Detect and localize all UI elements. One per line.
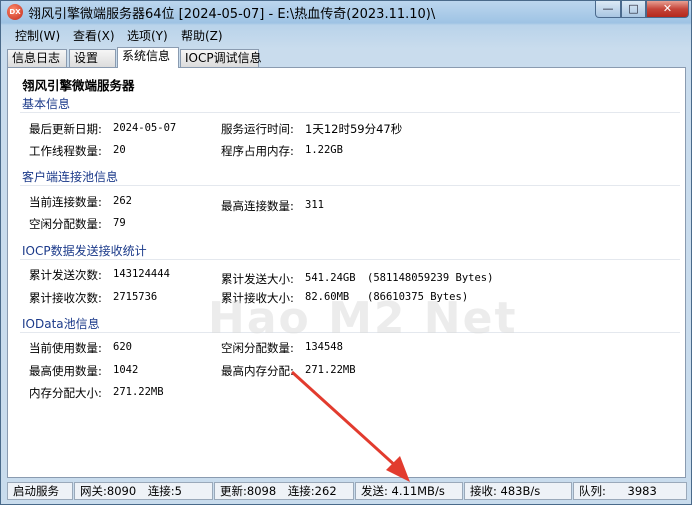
send-rate: 发送: 4.11MB/s [355,482,463,500]
update-port: 更新:8098 [220,484,277,498]
pool-idle-label: 空闲分配数量: [29,217,102,231]
max-used-label: 最高使用数量: [29,364,102,378]
max-connections-value: 311 [305,199,324,211]
minimize-button[interactable]: — [595,1,621,18]
app-name: 翎风引擎微端服务器 [22,78,135,93]
maximize-button[interactable]: □ [621,1,646,18]
threads-label: 工作线程数量: [29,144,102,158]
section-basic-title: 基本信息 [22,97,71,111]
section-iocp-title: IOCP数据发送接收统计 [22,244,147,258]
tab-settings[interactable]: 设置 [69,49,116,67]
section-pool-title: 客户端连接池信息 [22,170,119,184]
memory-value: 1.22GB [305,144,343,156]
menu-options[interactable]: 选项(Y) [127,27,168,44]
gateway-port: 网关:8090 [80,484,137,498]
menu-bar: 控制(W) 查看(X) 选项(Y) 帮助(Z) [5,27,689,45]
update-status: 更新:8098 连接:262 [214,482,354,500]
max-mem-value: 271.22MB [305,364,356,376]
window-title: 翎风引擎微端服务器64位 [2024-05-07] - E:\热血传奇(2023… [28,7,436,22]
max-used-value: 1042 [113,364,139,376]
menu-help[interactable]: 帮助(Z) [181,27,223,44]
section-iodata-title: IOData池信息 [22,317,100,331]
queue-status: 队列: 3983 [573,482,687,500]
pool-idle-value: 79 [113,217,126,229]
update-connections: 连接:262 [287,484,337,498]
status-bar: 启动服务 网关:8090 连接:5 更新:8098 连接:262 发送: 4.1… [7,480,687,502]
threads-value: 20 [113,144,126,156]
recv-rate: 接收: 483B/s [464,482,572,500]
send-size-value: 541.24GB [305,272,356,284]
tab-strip: 信息日志 设置 系统信息 IOCP调试信息 [7,47,687,68]
recv-count-label: 累计接收次数: [29,291,102,305]
start-service-button[interactable]: 启动服务 [7,482,73,500]
system-info-panel: 翎风引擎微端服务器 基本信息 最后更新日期: 2024-05-07 服务运行时间… [7,67,686,478]
in-use-value: 620 [113,341,132,353]
send-count-label: 累计发送次数: [29,268,102,282]
main-window: DX 翎风引擎微端服务器64位 [2024-05-07] - E:\热血传奇(2… [0,0,692,505]
divider [20,259,680,260]
watermark-text: Hao M2 Net [208,293,518,344]
tab-iocp-debug[interactable]: IOCP调试信息 [180,49,262,67]
close-button[interactable]: ✕ [646,1,689,18]
mem-alloc-value: 271.22MB [113,386,164,398]
send-size-label: 累计发送大小: [221,272,294,286]
queue-label: 队列: [579,484,606,498]
menu-control[interactable]: 控制(W) [15,27,60,44]
max-connections-label: 最高连接数量: [221,199,294,213]
menu-view[interactable]: 查看(X) [73,27,115,44]
memory-label: 程序占用内存: [221,144,294,158]
uptime-label: 服务运行时间: [221,122,294,136]
max-mem-label: 最高内存分配: [221,364,294,378]
in-use-label: 当前使用数量: [29,341,102,355]
send-bytes-value: (581148059239 Bytes) [367,272,494,284]
mem-alloc-label: 内存分配大小: [29,386,102,400]
last-update-value: 2024-05-07 [113,122,177,134]
gateway-connections: 连接:5 [147,484,183,498]
uptime-value: 1天12时59分47秒 [305,122,403,136]
recv-count-value: 2715736 [113,291,158,303]
send-count-value: 143124444 [113,268,170,280]
queue-value: 3983 [627,484,657,498]
tab-system-info[interactable]: 系统信息 [117,47,179,68]
tab-info-log[interactable]: 信息日志 [7,49,67,67]
divider [20,112,680,113]
current-connections-label: 当前连接数量: [29,195,102,209]
app-icon[interactable]: DX [7,4,23,20]
divider [20,185,680,186]
gateway-status: 网关:8090 连接:5 [74,482,213,500]
title-bar[interactable]: DX 翎风引擎微端服务器64位 [2024-05-07] - E:\热血传奇(2… [1,1,691,23]
last-update-label: 最后更新日期: [29,122,102,136]
current-connections-value: 262 [113,195,132,207]
